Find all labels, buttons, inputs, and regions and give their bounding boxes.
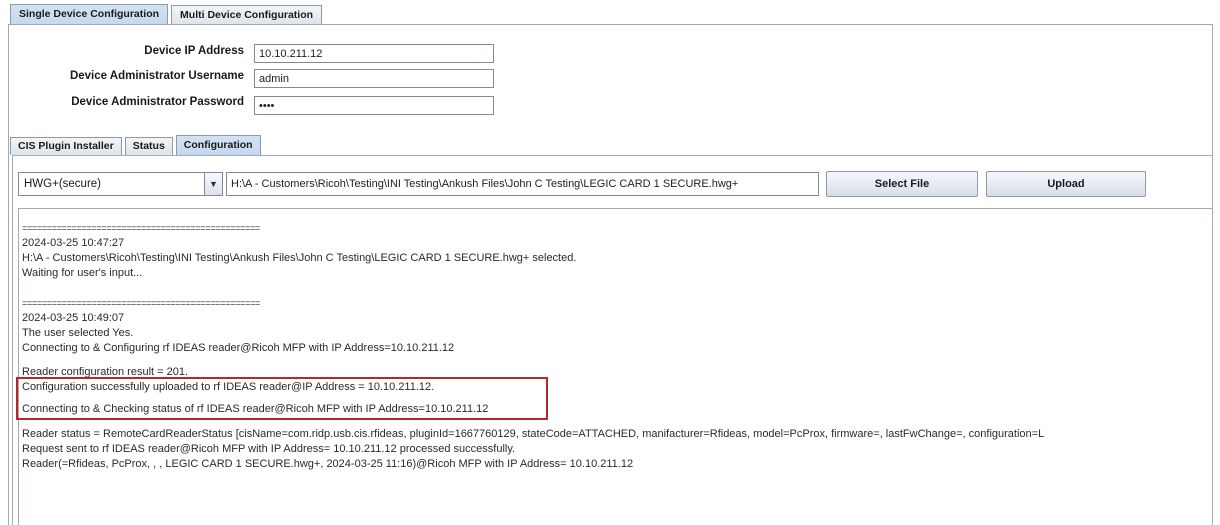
top-tab-bar: Single Device Configuration Multi Device… [10, 3, 325, 25]
file-path-input[interactable] [226, 172, 819, 196]
log-request-sent: Request sent to rf IDEAS reader@Ricoh MF… [22, 443, 516, 455]
tab-status[interactable]: Status [124, 137, 173, 155]
format-dropdown-value: HWG+(secure) [24, 178, 101, 190]
log-connecting: Connecting to & Configuring rf IDEAS rea… [22, 342, 455, 354]
log-separator: ========================================… [22, 223, 260, 233]
device-ip-input[interactable] [254, 44, 494, 63]
log-user-selected: The user selected Yes. [22, 327, 134, 339]
device-username-row: Device Administrator Username [0, 68, 244, 88]
tab-single-device-configuration[interactable]: Single Device Configuration [10, 4, 169, 25]
tab-configuration[interactable]: Configuration [175, 135, 261, 155]
tab-multi-device-configuration[interactable]: Multi Device Configuration [171, 5, 323, 25]
device-ip-label: Device IP Address [144, 45, 244, 57]
device-password-input[interactable] [254, 96, 494, 115]
device-password-label: Device Administrator Password [71, 96, 244, 108]
device-password-row: Device Administrator Password [0, 94, 244, 114]
device-username-input[interactable] [254, 69, 494, 88]
log-file-selected: H:\A - Customers\Ricoh\Testing\INI Testi… [22, 252, 577, 264]
inner-tab-bar: CIS Plugin Installer Status Configuratio… [10, 135, 264, 155]
log-reader-info: Reader(=Rfideas, PcProx, , , LEGIC CARD … [22, 458, 634, 470]
chevron-down-icon[interactable]: ▼ [204, 173, 222, 195]
format-dropdown[interactable]: HWG+(secure) ▼ [18, 172, 223, 196]
device-ip-row: Device IP Address [0, 43, 244, 63]
upload-button[interactable]: Upload [986, 171, 1146, 197]
log-timestamp-2: 2024-03-25 10:49:07 [22, 312, 125, 324]
select-file-button[interactable]: Select File [826, 171, 978, 197]
log-reader-status: Reader status = RemoteCardReaderStatus [… [22, 428, 1045, 440]
device-username-label: Device Administrator Username [69, 70, 244, 82]
log-separator: ========================================… [22, 298, 260, 308]
tab-cis-plugin-installer[interactable]: CIS Plugin Installer [10, 137, 122, 155]
log-waiting: Waiting for user's input... [22, 267, 143, 279]
log-output[interactable]: ========================================… [18, 208, 1213, 525]
highlight-annotation-box [16, 377, 548, 420]
log-timestamp-1: 2024-03-25 10:47:27 [22, 237, 125, 249]
